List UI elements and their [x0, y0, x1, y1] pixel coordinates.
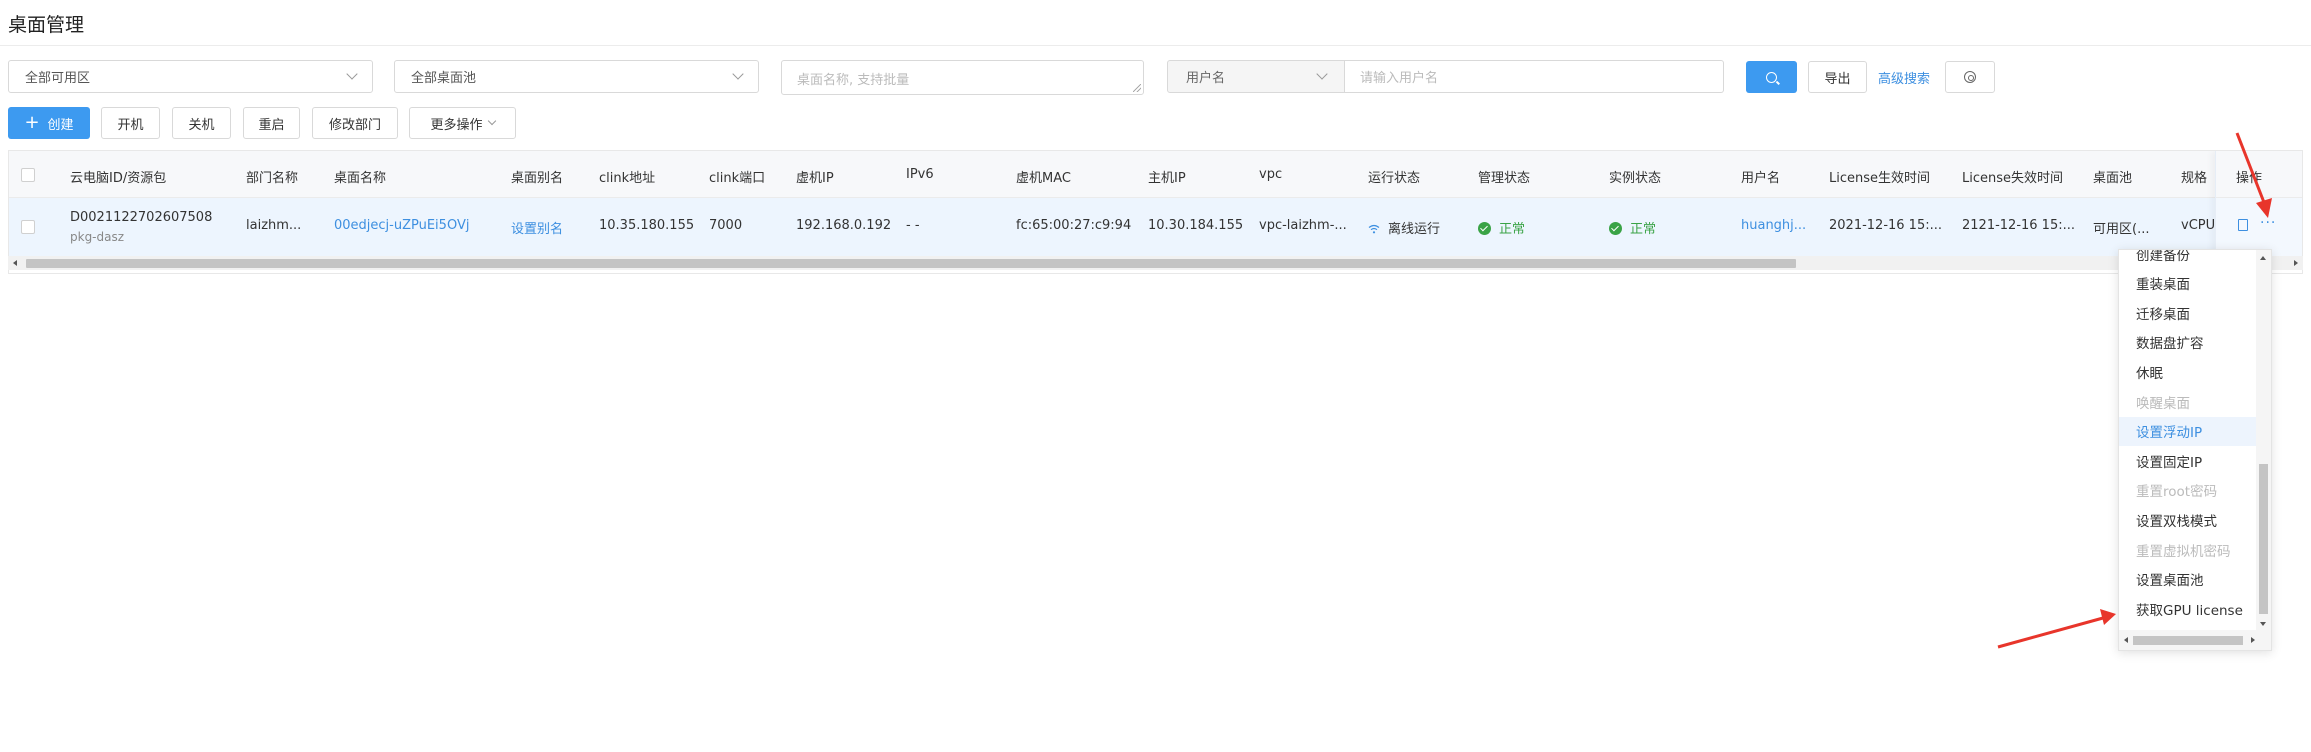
annotation-arrow-icon: [1997, 609, 2116, 649]
annotation-arrow-icon: [2235, 132, 2272, 218]
annotation-arrows: [1997, 132, 2272, 649]
